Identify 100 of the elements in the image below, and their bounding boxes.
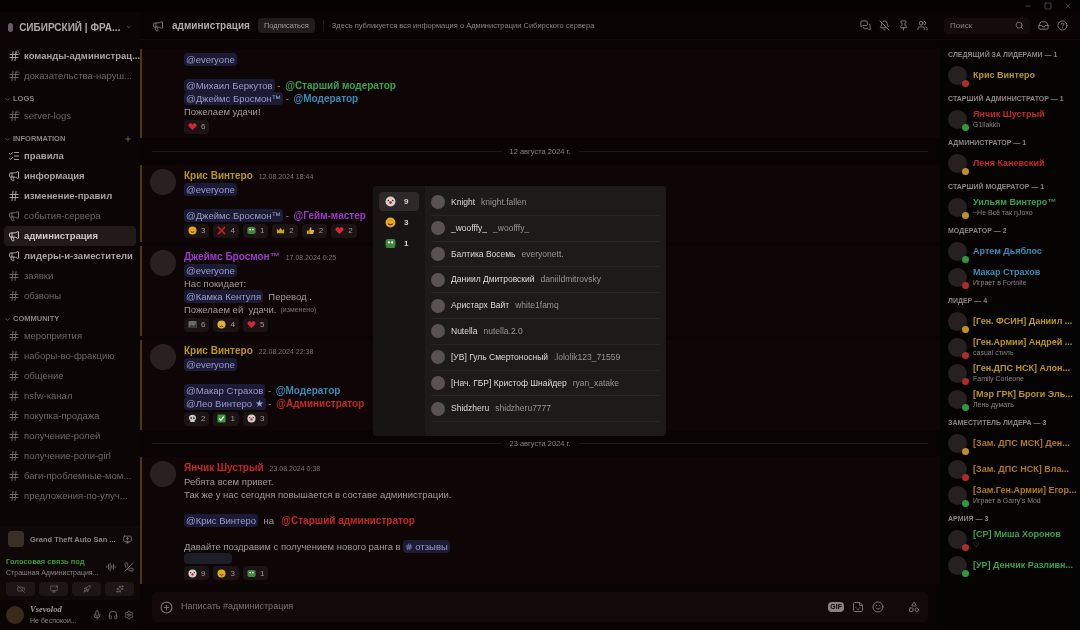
user-avatar[interactable] bbox=[6, 606, 24, 624]
inbox-icon[interactable] bbox=[1038, 20, 1049, 31]
user-mention[interactable]: @Михаил Беркутов bbox=[184, 78, 275, 92]
channel-item[interactable]: администрация bbox=[4, 226, 136, 246]
add-attachment-icon[interactable] bbox=[160, 600, 173, 614]
channel-item[interactable]: доказательства-наруш... bbox=[4, 66, 136, 86]
reaction-button[interactable]: 6 bbox=[184, 119, 210, 134]
user-mention[interactable]: @everyone bbox=[184, 52, 237, 66]
disconnect-icon[interactable] bbox=[124, 562, 134, 573]
member-item[interactable]: Леня Каневский bbox=[948, 150, 1080, 176]
author-name[interactable]: Янчик Шустрый bbox=[184, 461, 264, 474]
reactor-item[interactable]: _woofffy_ _woofffy_ bbox=[431, 215, 660, 242]
reaction-button[interactable]: 1 bbox=[242, 223, 269, 238]
add-channel-icon[interactable] bbox=[124, 135, 132, 143]
user-mention[interactable]: @Крис Винтеро bbox=[184, 514, 259, 527]
settings-icon[interactable] bbox=[124, 610, 134, 620]
soundboard-button[interactable] bbox=[105, 582, 134, 596]
camera-off-button[interactable] bbox=[6, 582, 35, 596]
reaction-tab[interactable]: 3 bbox=[379, 213, 419, 232]
reactor-item[interactable]: [Нач. ГБР] Кристоф Шнайдер ryan_xatake bbox=[431, 370, 660, 397]
reactor-item[interactable]: Shidzheru shidzheru7777 bbox=[431, 396, 660, 423]
author-name[interactable]: Джеймс Бросмон™ bbox=[184, 249, 280, 263]
member-item[interactable]: [УР] Денчик Разливн... bbox=[948, 552, 1080, 578]
reaction-button[interactable]: 2 bbox=[184, 411, 210, 426]
apps-icon[interactable] bbox=[908, 601, 920, 613]
role-mention[interactable]: @Гейм-мастер bbox=[291, 208, 368, 222]
reactor-item[interactable]: Nutella nutella.2.0 bbox=[431, 319, 660, 345]
reaction-button[interactable]: 5 bbox=[242, 317, 269, 332]
headphones-icon[interactable] bbox=[108, 610, 118, 620]
channel-item[interactable]: общение bbox=[4, 366, 136, 386]
role-mention[interactable]: @Модератор bbox=[273, 383, 343, 397]
reaction-tab[interactable]: 1 bbox=[379, 234, 419, 253]
author-name[interactable]: Крис Винтеро bbox=[184, 343, 253, 357]
reaction-button[interactable]: 9 bbox=[184, 566, 210, 580]
threads-icon[interactable] bbox=[860, 20, 871, 31]
user-mention[interactable]: @everyone bbox=[184, 263, 237, 277]
reaction-button[interactable]: 4 bbox=[213, 317, 239, 332]
channel-item[interactable]: наборы-во-фракцию bbox=[4, 346, 136, 366]
chevron-down-icon[interactable] bbox=[4, 135, 11, 143]
microphone-icon[interactable] bbox=[92, 610, 102, 620]
channel-item[interactable]: изменение-правил bbox=[4, 186, 136, 206]
reaction-button[interactable]: 6 bbox=[184, 317, 210, 332]
reaction-tab[interactable]: 9 bbox=[379, 192, 419, 211]
channel-item[interactable]: nsfw-канал bbox=[4, 386, 136, 406]
reaction-button[interactable]: 2 bbox=[301, 223, 328, 238]
channel-item[interactable]: информация bbox=[4, 166, 136, 186]
reactor-item[interactable]: Knight knight.fallen bbox=[431, 190, 660, 216]
channel-item[interactable]: правила bbox=[4, 146, 136, 166]
server-name[interactable]: СИБИРСКИЙ | ФРА... bbox=[19, 19, 121, 35]
role-mention[interactable]: @Старший администратор bbox=[279, 514, 417, 527]
reactor-item[interactable]: Балтика Восемь everyonett. bbox=[431, 241, 660, 268]
bell-off-icon[interactable] bbox=[879, 20, 890, 31]
reaction-button[interactable]: 2 bbox=[331, 223, 357, 238]
audio-lines-icon[interactable] bbox=[106, 562, 116, 573]
channel-item[interactable]: предложения-по-улуч... bbox=[4, 486, 136, 506]
emoji-icon[interactable] bbox=[872, 601, 884, 613]
pin-icon[interactable] bbox=[898, 20, 909, 31]
member-item[interactable]: Артем Дьяблос bbox=[948, 238, 1080, 264]
role-mention[interactable]: @Администратор bbox=[274, 396, 367, 410]
member-item[interactable]: Крис Винтеро bbox=[948, 62, 1080, 88]
reaction-button[interactable]: 2 bbox=[272, 223, 298, 238]
role-mention[interactable]: @Модератор bbox=[291, 91, 361, 105]
channel-mention[interactable]: отзывы bbox=[403, 540, 450, 553]
maximize-icon[interactable] bbox=[1044, 2, 1052, 10]
reaction-button[interactable]: 3 bbox=[242, 411, 269, 426]
screen-share-icon[interactable] bbox=[123, 534, 132, 544]
channel-item[interactable]: получение-ролей bbox=[4, 426, 136, 446]
member-item[interactable]: [Зам. ДПС НСК] Вла... bbox=[948, 456, 1080, 482]
author-name[interactable]: Крис Винтеро bbox=[184, 168, 253, 182]
channel-item[interactable]: покупка-продажа bbox=[4, 406, 136, 426]
member-item[interactable]: [Ген. ФСИН] Даниил ... bbox=[948, 308, 1080, 334]
channel-item[interactable]: получение-роли-girl bbox=[4, 446, 136, 466]
reaction-button[interactable]: 1 bbox=[213, 411, 239, 426]
chevron-down-icon[interactable] bbox=[4, 315, 11, 323]
reactor-item[interactable]: [УВ] Гуль Смертоносный .lololik123_71559 bbox=[431, 344, 660, 371]
reaction-button[interactable]: 4 bbox=[213, 223, 239, 238]
reaction-button[interactable]: 3 bbox=[213, 566, 239, 580]
activity-button[interactable] bbox=[72, 582, 101, 596]
chevron-down-icon[interactable] bbox=[4, 95, 11, 103]
channel-item[interactable]: обзвоны bbox=[4, 286, 136, 306]
channel-item[interactable]: лидеры-и-заместители bbox=[4, 246, 136, 266]
reactor-item[interactable]: Аристарх Вайт white1famq bbox=[431, 293, 660, 319]
search-field[interactable]: Поиск bbox=[944, 17, 1030, 34]
channel-item[interactable]: события-сервера bbox=[4, 206, 136, 226]
user-mention[interactable]: @everyone bbox=[184, 357, 237, 371]
user-mention[interactable]: @Джеймс Бросмон™ bbox=[184, 208, 284, 222]
channel-item[interactable]: заявки bbox=[4, 266, 136, 286]
reaction-button[interactable]: 3 bbox=[184, 223, 210, 238]
members-icon[interactable] bbox=[917, 20, 928, 31]
close-icon[interactable] bbox=[1064, 2, 1072, 10]
user-mention[interactable]: @Камка Кентуля bbox=[184, 289, 264, 303]
help-icon[interactable] bbox=[1057, 20, 1068, 31]
role-mention[interactable]: @Старший модератор bbox=[283, 78, 398, 92]
channel-item[interactable]: мероприятия bbox=[4, 326, 136, 346]
reactor-item[interactable]: Даниил Дмитровский daniildmitrovsky bbox=[431, 267, 660, 294]
channel-item[interactable]: баги-проблемные-мом... bbox=[4, 466, 136, 486]
user-mention[interactable]: @Макар Страхов bbox=[184, 383, 266, 397]
user-mention[interactable]: @everyone bbox=[184, 182, 237, 196]
sticker-icon[interactable] bbox=[852, 601, 864, 613]
member-item[interactable]: [Зам. ДПС МСК] Ден... bbox=[948, 430, 1080, 456]
